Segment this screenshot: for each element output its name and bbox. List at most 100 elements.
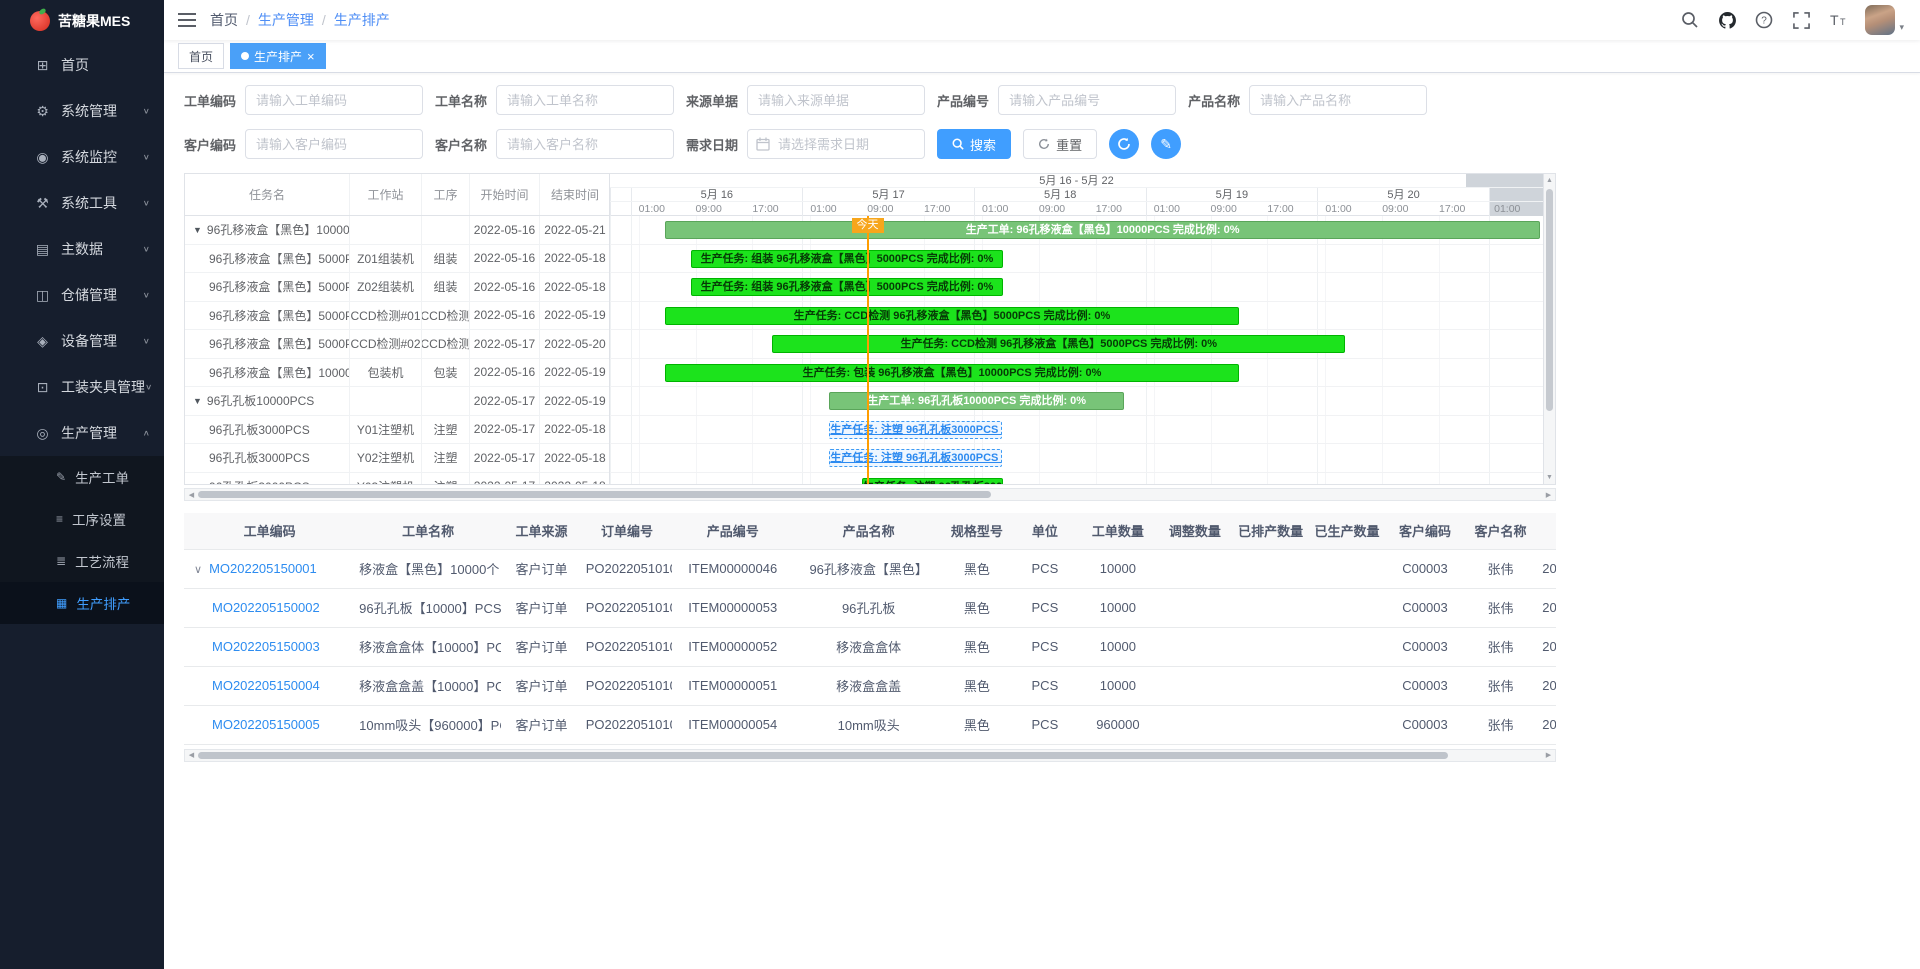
user-menu[interactable]: ▾	[1865, 5, 1904, 35]
gantt-end-cell: 2022-05-18	[540, 416, 609, 444]
product-code-input[interactable]	[998, 85, 1176, 115]
sidebar-item-production-scheduling[interactable]: ▦ 生产排产	[0, 582, 164, 624]
gantt-grid-row[interactable]: 96孔移液盒【黑色】5000PCSCCD检测#02CCD检测2022-05-17…	[185, 330, 609, 359]
avatar[interactable]	[1865, 5, 1895, 35]
gantt-bar[interactable]: 生产工单: 96孔移液盒【黑色】10000PCS 完成比例: 0%	[665, 221, 1540, 239]
customer-name-input[interactable]	[496, 129, 674, 159]
font-size-icon[interactable]: TT	[1828, 10, 1848, 30]
gantt-grid-row[interactable]: 96孔移液盒【黑色】5000PCSZ02组装机组装2022-05-162022-…	[185, 273, 609, 302]
sidebar-toggle-icon[interactable]	[164, 12, 210, 28]
gantt-bar[interactable]: 生产任务: 注塑 96孔孔板3000PCS 完成比例: 0%	[829, 449, 1002, 467]
scroll-right-icon[interactable]: ▶	[1542, 491, 1555, 499]
gantt-grid-row[interactable]: 96孔移液盒【黑色】10000PCS包装机包装2022-05-162022-05…	[185, 359, 609, 388]
order-code-link[interactable]: MO202205150004	[212, 678, 320, 693]
gantt-column-process: 工序	[422, 174, 470, 215]
breadcrumb-home[interactable]: 首页	[210, 10, 238, 30]
order-code-link[interactable]: MO202205150003	[212, 639, 320, 654]
gantt-grid-row[interactable]: 96孔孔板3000PCSY03注塑机注塑2022-05-172022-05-18	[185, 473, 609, 485]
hour-label: 09:00	[1211, 202, 1237, 216]
orders-horizontal-scrollbar[interactable]: ◀ ▶	[184, 749, 1556, 762]
gantt-grid-row[interactable]: 96孔移液盒【黑色】5000PCSZ01组装机组装2022-05-162022-…	[185, 245, 609, 274]
order-cell: 张伟	[1463, 666, 1539, 705]
gantt-bar[interactable]: 生产任务: 组装 96孔移液盒【黑色】5000PCS 完成比例: 0%	[691, 250, 1003, 268]
gantt-grid-row[interactable]: 96孔孔板3000PCSY01注塑机注塑2022-05-172022-05-18	[185, 416, 609, 445]
app-logo[interactable]: 苦糖果MES	[0, 0, 164, 42]
gantt-chart: 5月 16 - 5月 22 5月 165月 175月 185月 195月 20 …	[610, 174, 1543, 484]
gantt-bar[interactable]: 生产任务: 包装 96孔移液盒【黑色】10000PCS 完成比例: 0%	[665, 364, 1239, 382]
table-row[interactable]: MO20220515000296孔孔板【10000】PCS客户订单PO20220…	[184, 588, 1556, 627]
vertical-scroll-thumb[interactable]	[1546, 189, 1553, 411]
scroll-down-icon[interactable]: ▼	[1546, 471, 1553, 484]
product-name-input[interactable]	[1249, 85, 1427, 115]
tree-expand-icon[interactable]: ▼	[193, 396, 202, 406]
order-code-link[interactable]: MO202205150001	[209, 561, 317, 576]
gantt-bar[interactable]: 生产任务: 注塑 96孔孔板3000PCS 完成比例: 0%	[829, 421, 1002, 439]
scroll-left-icon[interactable]: ◀	[185, 491, 198, 499]
sidebar-item-process-settings[interactable]: ≡ 工序设置	[0, 498, 164, 540]
sidebar-item-process-flow[interactable]: ≣ 工艺流程	[0, 540, 164, 582]
gantt-horizontal-scrollbar[interactable]: ◀ ▶	[184, 488, 1556, 501]
sidebar-item-system-tools[interactable]: ⚒ 系统工具 ∨	[0, 180, 164, 226]
github-icon[interactable]	[1717, 10, 1737, 30]
table-row[interactable]: MO20220515000510mm吸头【960000】PCS客户订单PO202…	[184, 705, 1556, 744]
search-icon[interactable]	[1680, 10, 1700, 30]
sidebar-item-equipment[interactable]: ◈ 设备管理 ∨	[0, 318, 164, 364]
work-order-name-input[interactable]	[496, 85, 674, 115]
sidebar-item-fixture[interactable]: ⊡ 工装夹具管理 ∨	[0, 364, 164, 410]
gantt-bar[interactable]: 生产任务: CCD检测 96孔移液盒【黑色】5000PCS 完成比例: 0%	[665, 307, 1239, 325]
table-row[interactable]: MO202205150004移液盒盒盖【10000】PCS客户订单PO20220…	[184, 666, 1556, 705]
sidebar-item-system-monitor[interactable]: ◉ 系统监控 ∨	[0, 134, 164, 180]
gantt-grid-row[interactable]: 96孔孔板3000PCSY02注塑机注塑2022-05-172022-05-18	[185, 444, 609, 473]
sidebar-item-warehouse[interactable]: ◫ 仓储管理 ∨	[0, 272, 164, 318]
demand-date-input[interactable]	[747, 129, 925, 159]
gantt-task-label: 96孔孔板3000PCS	[209, 478, 310, 484]
gantt-start-cell: 2022-05-17	[470, 387, 540, 415]
customer-code-input[interactable]	[245, 129, 423, 159]
expand-row-icon[interactable]: ∨	[194, 564, 202, 576]
help-icon[interactable]: ?	[1754, 10, 1774, 30]
fullscreen-icon[interactable]	[1791, 10, 1811, 30]
orders-scroll-thumb[interactable]	[198, 752, 1448, 759]
gantt-bar[interactable]: 生产工单: 96孔孔板10000PCS 完成比例: 0%	[829, 392, 1124, 410]
reset-button[interactable]: 重置	[1023, 129, 1097, 159]
sidebar-item-master-data[interactable]: ▤ 主数据 ∨	[0, 226, 164, 272]
order-cell: 10mm吸头	[793, 705, 944, 744]
table-row[interactable]: ∨MO202205150001移液盒【黑色】10000个客户订单PO202205…	[184, 549, 1556, 588]
sidebar-item-production[interactable]: ◎ 生产管理 ∧	[0, 410, 164, 456]
hour-label: 01:00	[1494, 202, 1520, 216]
refresh-button[interactable]	[1109, 129, 1139, 159]
gantt-bar[interactable]: 生产任务: 注塑 96孔孔板3000PCS 完成比例: 0%	[862, 478, 1003, 485]
tree-expand-icon[interactable]: ▼	[193, 225, 202, 235]
gantt-vertical-scrollbar[interactable]: ▲ ▼	[1543, 174, 1555, 484]
timeline-day-cell: 5月 20	[1317, 188, 1489, 201]
order-cell: ITEM00000046	[672, 549, 793, 588]
gantt-grid-row[interactable]: 96孔移液盒【黑色】5000PCSCCD检测#01CCD检测2022-05-16…	[185, 302, 609, 331]
pencil-icon: ✎	[1160, 136, 1172, 153]
edit-button[interactable]: ✎	[1151, 129, 1181, 159]
sidebar-item-home[interactable]: ⊞ 首页	[0, 42, 164, 88]
gantt-grid-row[interactable]: ▼96孔孔板10000PCS2022-05-172022-05-19	[185, 387, 609, 416]
scroll-left-icon[interactable]: ◀	[185, 751, 198, 759]
gantt-bar[interactable]: 生产任务: 组装 96孔移液盒【黑色】5000PCS 完成比例: 0%	[691, 278, 1003, 296]
tab-production-scheduling[interactable]: 生产排产 ×	[230, 43, 326, 69]
gantt-scroll-thumb[interactable]	[198, 491, 991, 498]
tab-home[interactable]: 首页	[178, 43, 224, 69]
gantt-bar[interactable]: 生产任务: CCD检测 96孔移液盒【黑色】5000PCS 完成比例: 0%	[772, 335, 1345, 353]
order-cell: 202	[1538, 666, 1556, 705]
order-code-cell: MO202205150005	[184, 705, 355, 744]
source-doc-input[interactable]	[747, 85, 925, 115]
sidebar-item-system-management[interactable]: ⚙ 系统管理 ∨	[0, 88, 164, 134]
order-code-link[interactable]: MO202205150005	[212, 717, 320, 732]
order-cell: ITEM00000051	[672, 666, 793, 705]
gantt-column-station: 工作站	[350, 174, 422, 215]
scroll-right-icon[interactable]: ▶	[1542, 751, 1555, 759]
table-row[interactable]: MO202205150003移液盒盒体【10000】PCS客户订单PO20220…	[184, 627, 1556, 666]
gantt-task-name-cell: 96孔孔板3000PCS	[185, 444, 350, 472]
close-icon[interactable]: ×	[307, 50, 315, 63]
gantt-grid-row[interactable]: ▼96孔移液盒【黑色】10000PCS2022-05-162022-05-21	[185, 216, 609, 245]
scroll-up-icon[interactable]: ▲	[1546, 174, 1553, 187]
sidebar-item-production-order[interactable]: ✎ 生产工单	[0, 456, 164, 498]
order-code-link[interactable]: MO202205150002	[212, 600, 320, 615]
search-button[interactable]: 搜索	[937, 129, 1011, 159]
work-order-code-input[interactable]	[245, 85, 423, 115]
